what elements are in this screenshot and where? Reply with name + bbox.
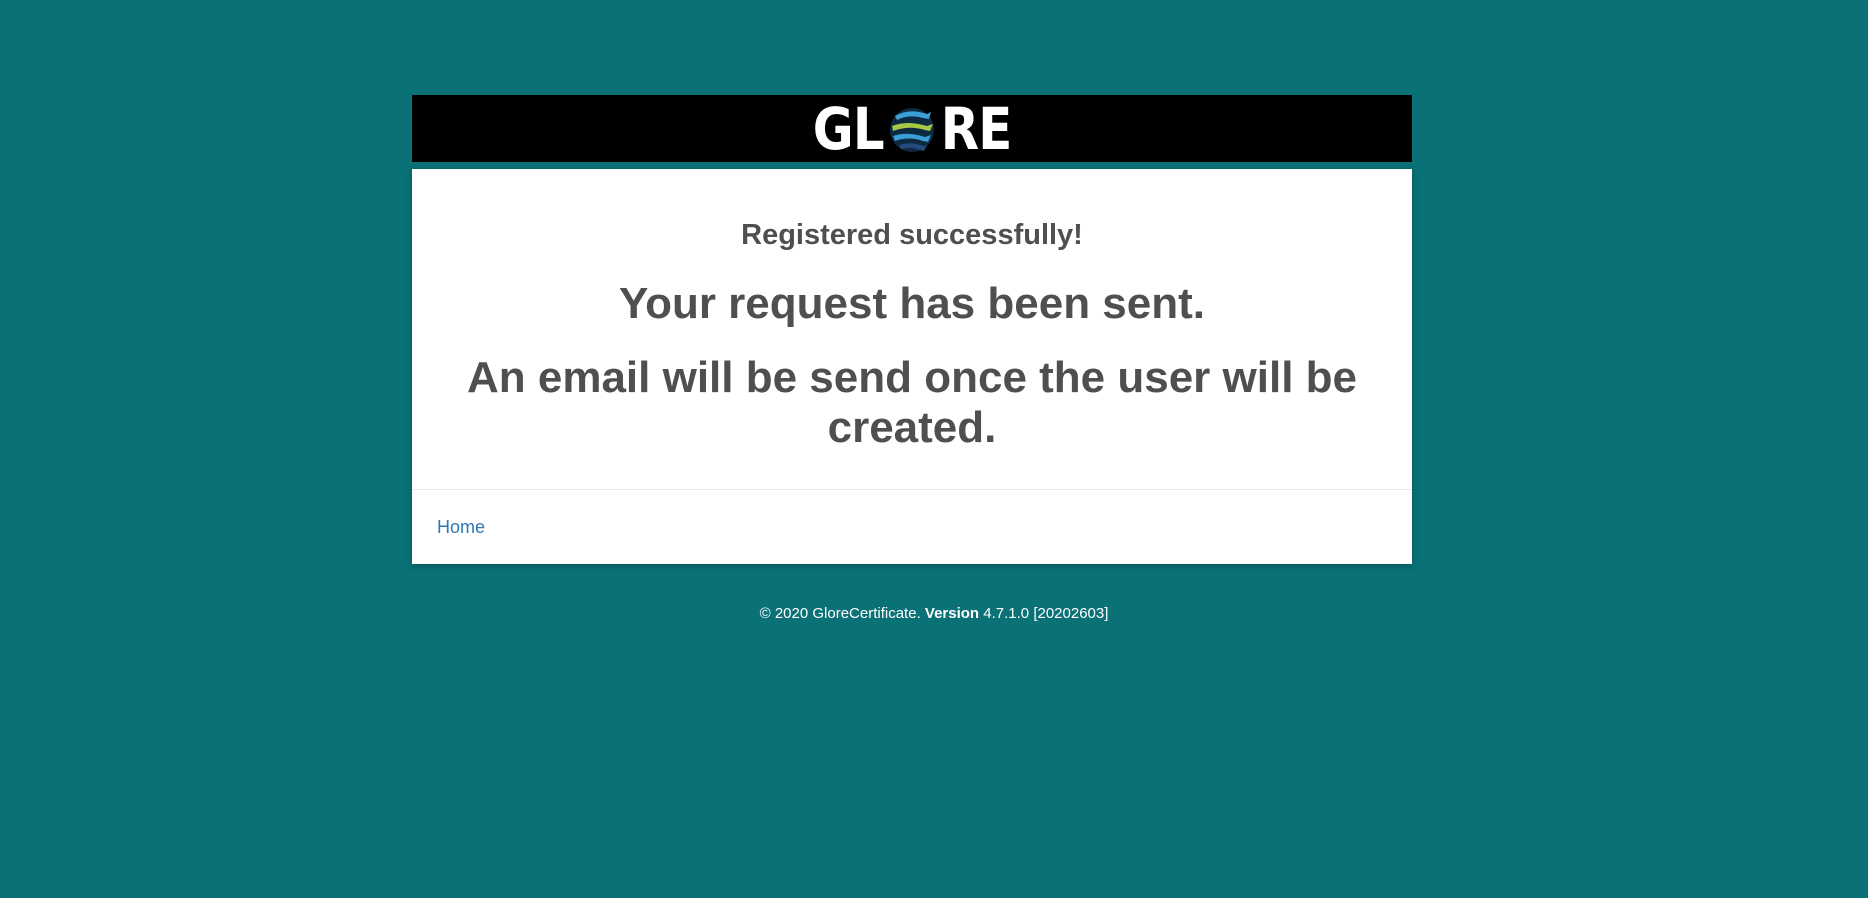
home-link[interactable]: Home [437,517,485,538]
request-sent-heading: Your request has been sent. [618,279,1205,328]
logo-text-right: RE [940,94,1013,163]
copyright-text: © 2020 GloreCertificate. [759,605,925,622]
globe-icon [890,107,935,152]
logo-text-left: GL [812,94,884,163]
glore-logo: GL RE [807,99,1018,159]
panel-body: Registered successfully! Your request ha… [412,169,1412,489]
email-notice-heading: An email will be send once the user will… [466,353,1357,452]
main-card: GL RE Registered successfully! Your requ… [412,95,1412,564]
page-footer: © 2020 GloreCertificate. Version 4.7.1.0… [0,604,1868,624]
message-panel: Registered successfully! Your request ha… [412,169,1412,564]
version-value: 4.7.1.0 [20202603] [979,605,1109,622]
success-subtitle: Registered successfully! [741,219,1083,251]
version-label: Version [924,605,980,622]
brand-header: GL RE [412,95,1412,162]
panel-footer: Home [412,489,1412,564]
